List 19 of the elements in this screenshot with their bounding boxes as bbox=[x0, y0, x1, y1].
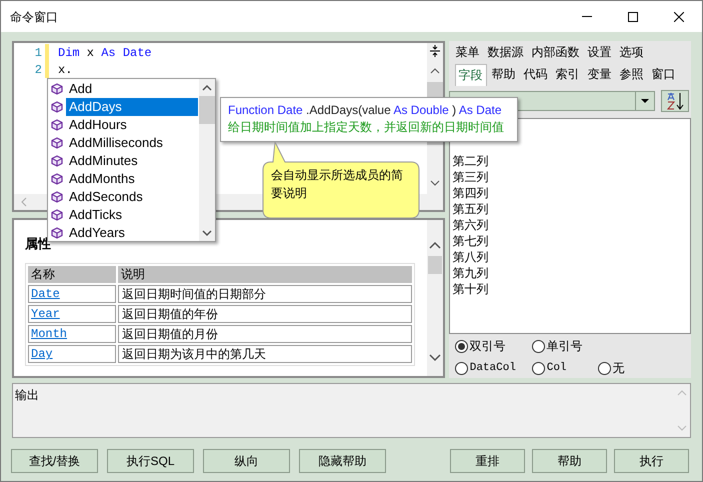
code-line: Dim x As Date bbox=[58, 45, 152, 62]
radio-label: 双引号 bbox=[470, 338, 506, 355]
table-cell: 返回日期时间值的日期部分 bbox=[118, 285, 412, 304]
table-cell: 返回日期值的年份 bbox=[118, 305, 412, 324]
radio-label: DataCol bbox=[470, 360, 516, 376]
line-number: 1 bbox=[34, 45, 42, 62]
callout-text: 会自动显示所选成员的简要说明 bbox=[271, 167, 404, 202]
radio-label: 单引号 bbox=[546, 338, 583, 355]
output-label: 输出 bbox=[14, 387, 40, 404]
function-signature: Function Date .AddDays(value As Double ) As Date bbox=[228, 102, 503, 119]
line-number: 2 bbox=[34, 62, 42, 79]
column-header: 说明 bbox=[118, 266, 412, 284]
radio-label: 无 bbox=[612, 360, 625, 377]
code-line: x. bbox=[58, 62, 74, 79]
table-cell: 返回日期值的月份 bbox=[118, 325, 412, 344]
table-cell: 返回日期为该月中的第几天 bbox=[118, 345, 412, 364]
radio-label: Col bbox=[546, 360, 567, 376]
column-header: 名称 bbox=[28, 266, 116, 284]
window-title: 命令窗口 bbox=[10, 8, 58, 26]
